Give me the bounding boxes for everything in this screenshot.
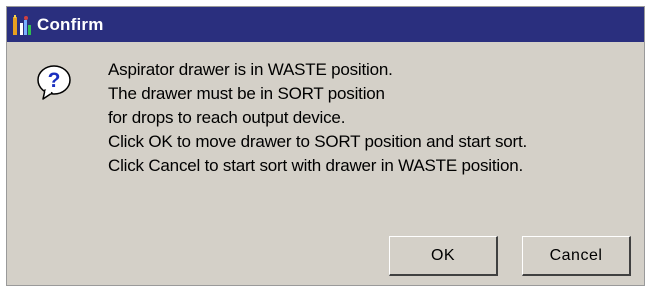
window-title: Confirm — [37, 14, 104, 34]
cancel-button[interactable]: Cancel — [522, 236, 631, 276]
svg-text:?: ? — [48, 69, 61, 92]
message-line: Click OK to move drawer to SORT position… — [108, 132, 528, 151]
message-line: Aspirator drawer is in WASTE position. — [108, 60, 393, 79]
app-icon — [11, 13, 33, 37]
question-icon: ? — [35, 63, 73, 101]
message-text: Aspirator drawer is in WASTE position. T… — [108, 58, 527, 178]
message-line: The drawer must be in SORT position — [108, 84, 385, 103]
ok-button[interactable]: OK — [389, 236, 498, 276]
message-line: for drops to reach output device. — [108, 108, 346, 127]
confirm-dialog: Confirm ? Aspirator drawer is in WASTE p… — [6, 6, 645, 286]
message-line: Click Cancel to start sort with drawer i… — [108, 156, 523, 175]
title-bar[interactable]: Confirm — [7, 7, 644, 42]
